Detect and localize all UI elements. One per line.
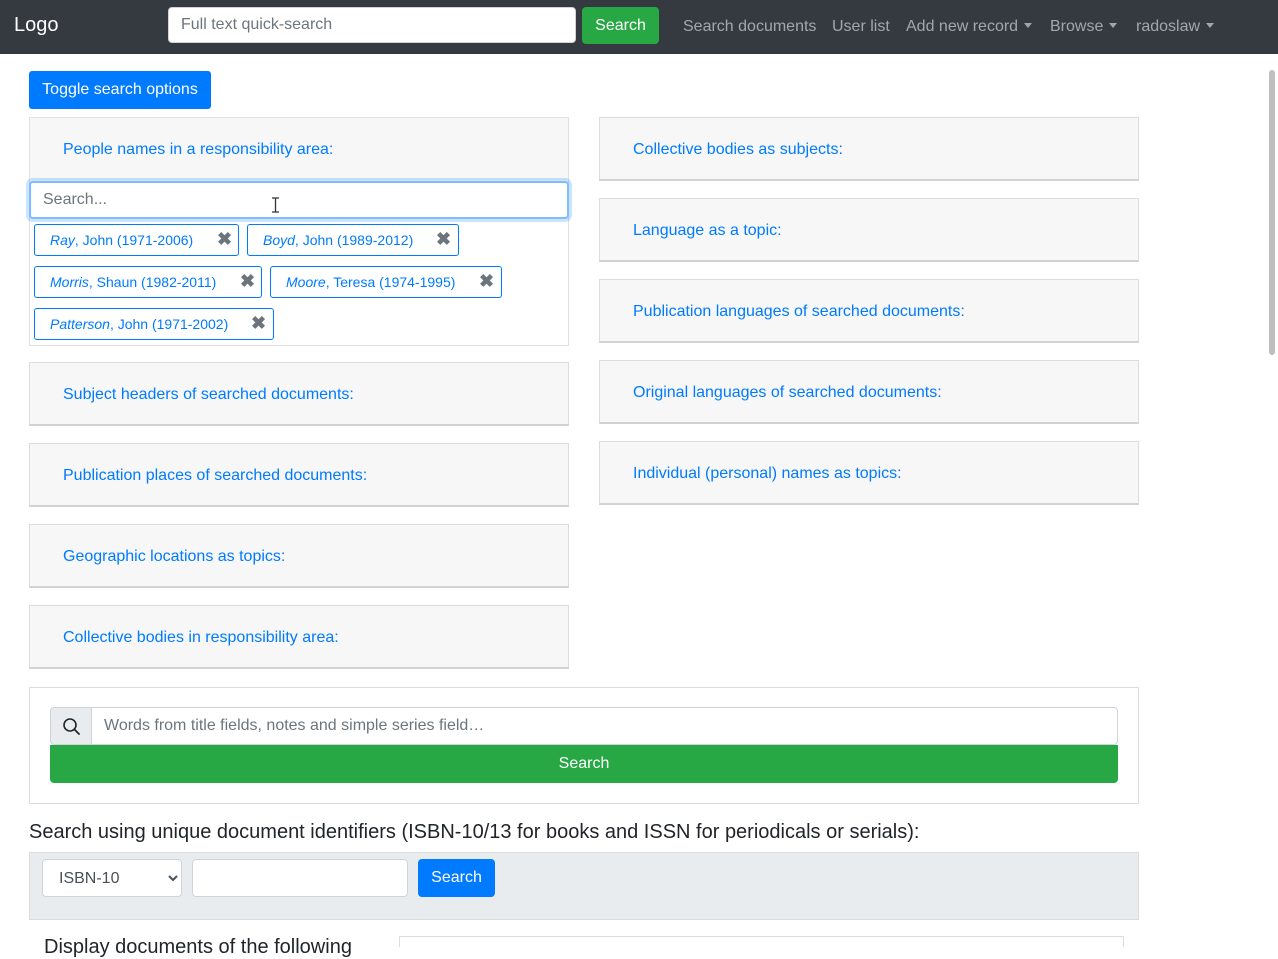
brand-logo[interactable]: Logo xyxy=(14,14,59,37)
tag-label: Morris, Shaun (1982-2011) xyxy=(50,274,217,290)
people-names-card-title[interactable]: People names in a responsibility area: xyxy=(63,141,333,159)
tag-label: Boyd, John (1989-2012) xyxy=(263,232,414,248)
tag-label: Patterson, John (1971-2002) xyxy=(50,316,229,332)
subject-headers-card-title[interactable]: Subject headers of searched documents: xyxy=(63,386,354,404)
nav-add-new-record[interactable]: Add new record xyxy=(906,18,1033,36)
nav-browse[interactable]: Browse xyxy=(1050,18,1118,36)
identifier-search-button[interactable]: Search xyxy=(418,859,495,897)
scrollbar-thumb[interactable] xyxy=(1269,70,1275,355)
search-icon xyxy=(50,707,92,745)
text-cursor-icon xyxy=(272,197,279,213)
collective-bodies-responsibility-card-title[interactable]: Collective bodies in responsibility area… xyxy=(63,629,339,647)
publication-places-card: Publication places of searched documents… xyxy=(29,443,569,507)
collective-bodies-subjects-card: Collective bodies as subjects: xyxy=(599,117,1139,181)
navbar: Logo Search Search documents User list A… xyxy=(0,0,1278,54)
publication-languages-card-title[interactable]: Publication languages of searched docume… xyxy=(633,303,965,321)
nav-search-documents[interactable]: Search documents xyxy=(683,18,816,36)
selected-person-tag: Ray, John (1971-2006) ✖ xyxy=(34,224,239,256)
toggle-search-options-button[interactable]: Toggle search options xyxy=(29,71,211,109)
main-search-button[interactable]: Search xyxy=(50,745,1118,783)
close-icon[interactable]: ✖ xyxy=(251,313,266,334)
selected-person-tag: Patterson, John (1971-2002) ✖ xyxy=(34,308,274,340)
chevron-down-icon xyxy=(1206,23,1215,28)
selected-person-tag: Morris, Shaun (1982-2011) ✖ xyxy=(34,266,262,298)
identifier-input[interactable] xyxy=(192,859,408,897)
personal-names-topics-card: Individual (personal) names as topics: xyxy=(599,441,1139,505)
tag-label: Moore, Teresa (1974-1995) xyxy=(286,274,456,290)
quicksearch-input[interactable] xyxy=(168,7,576,43)
selected-person-tag: Boyd, John (1989-2012) ✖ xyxy=(247,224,459,256)
geographic-locations-card-title[interactable]: Geographic locations as topics: xyxy=(63,548,285,566)
nav-user-list[interactable]: User list xyxy=(832,18,890,36)
close-icon[interactable]: ✖ xyxy=(217,229,232,250)
close-icon[interactable]: ✖ xyxy=(240,271,255,292)
chevron-down-icon xyxy=(1109,23,1118,28)
original-languages-card: Original languages of searched documents… xyxy=(599,360,1139,424)
personal-names-topics-card-title[interactable]: Individual (personal) names as topics: xyxy=(633,465,902,483)
language-topic-card: Language as a topic: xyxy=(599,198,1139,262)
nav-add-new-record-label: Add new record xyxy=(906,18,1019,35)
selected-person-tag: Moore, Teresa (1974-1995) ✖ xyxy=(270,266,502,298)
publication-languages-card: Publication languages of searched docume… xyxy=(599,279,1139,343)
original-languages-card-title[interactable]: Original languages of searched documents… xyxy=(633,384,942,402)
nav-user-menu[interactable]: radoslaw xyxy=(1136,18,1215,36)
chevron-down-icon xyxy=(1024,23,1033,28)
quicksearch-button[interactable]: Search xyxy=(582,7,659,44)
collective-bodies-responsibility-card: Collective bodies in responsibility area… xyxy=(29,605,569,669)
subject-headers-card: Subject headers of searched documents: xyxy=(29,362,569,426)
close-icon[interactable]: ✖ xyxy=(436,229,451,250)
geographic-locations-card: Geographic locations as topics: xyxy=(29,524,569,588)
nav-browse-label: Browse xyxy=(1050,18,1104,35)
people-names-card: People names in a responsibility area: R… xyxy=(29,117,569,346)
page-scrollbar[interactable] xyxy=(1266,54,1278,947)
nav-user-menu-label: radoslaw xyxy=(1136,18,1201,35)
language-topic-card-title[interactable]: Language as a topic: xyxy=(633,222,782,240)
identifier-search-label: Search using unique document identifiers… xyxy=(29,821,920,843)
title-words-search-input[interactable] xyxy=(91,707,1118,745)
publication-places-card-title[interactable]: Publication places of searched documents… xyxy=(63,467,367,485)
collective-bodies-subjects-card-title[interactable]: Collective bodies as subjects: xyxy=(633,141,843,159)
identifier-type-select[interactable]: ISBN-10 xyxy=(42,859,182,897)
document-type-heading: Display documents of the following xyxy=(44,936,352,958)
people-names-search-input[interactable] xyxy=(29,181,569,219)
tag-label: Ray, John (1971-2006) xyxy=(50,232,194,248)
close-icon[interactable]: ✖ xyxy=(479,271,494,292)
document-type-panel xyxy=(399,936,1124,947)
